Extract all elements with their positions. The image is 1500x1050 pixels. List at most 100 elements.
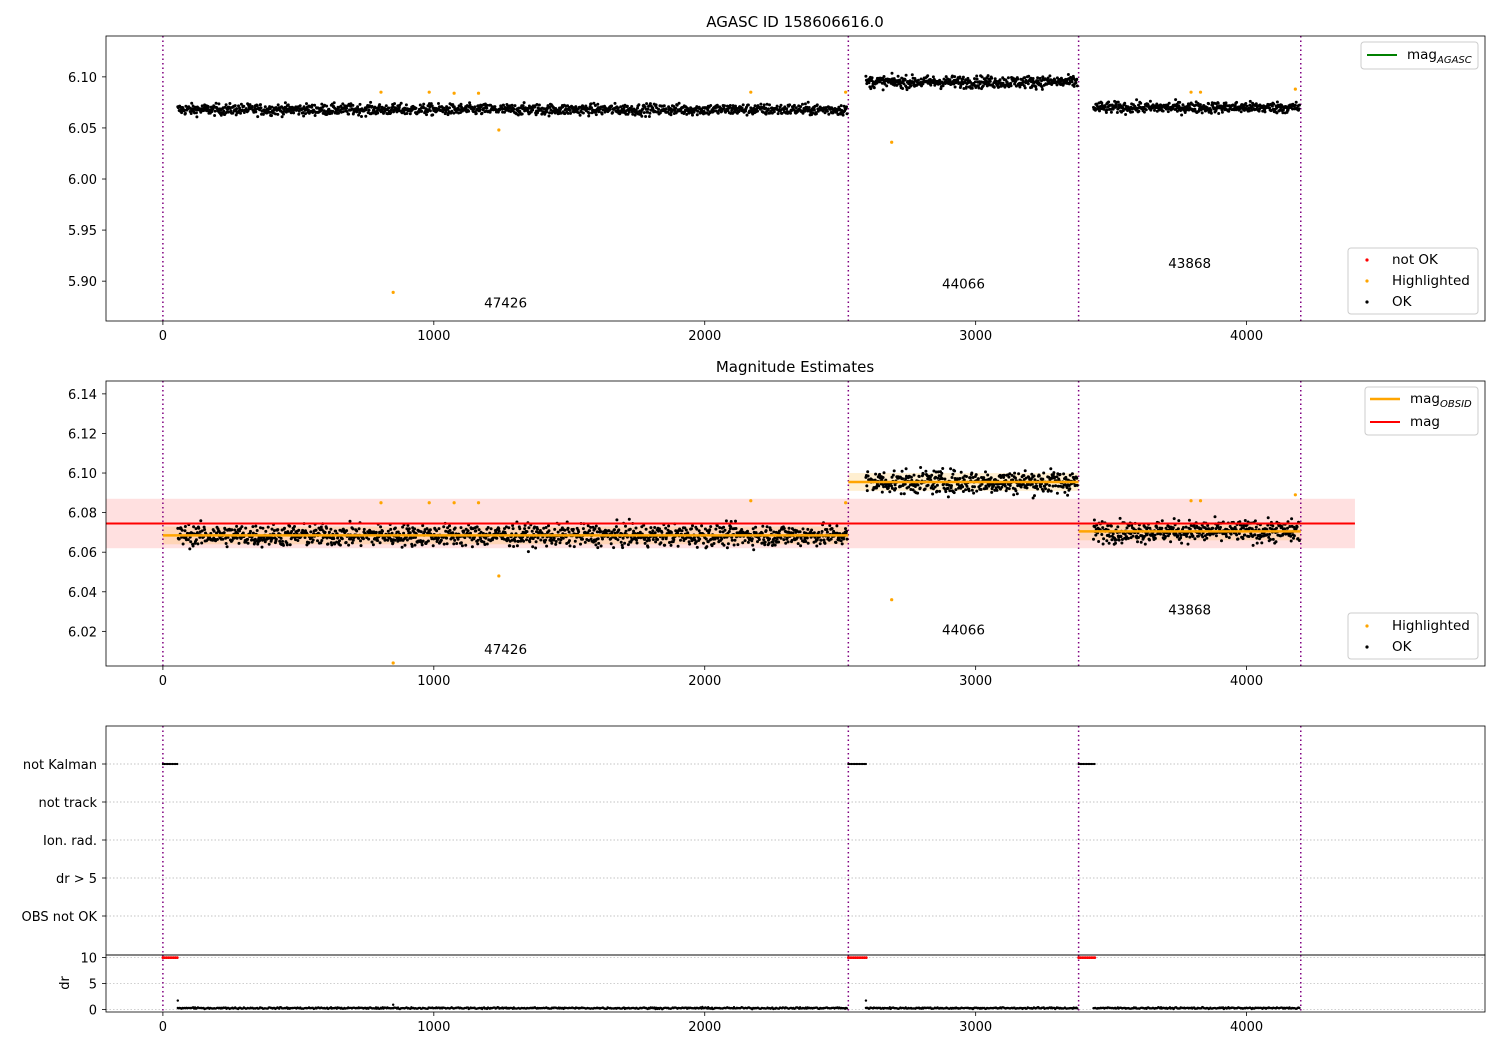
p2-ok-point — [550, 541, 554, 545]
p1-ok-point — [589, 102, 593, 106]
p1-ok-point — [637, 103, 641, 107]
p2-ok-point — [486, 526, 490, 529]
p1-highlighted-point — [844, 90, 848, 94]
p2-ok-point — [882, 471, 886, 475]
p1-ok-point — [741, 103, 745, 107]
p2-ok-point — [240, 525, 244, 529]
p2-ok-point — [616, 538, 620, 542]
p2-ok-point — [935, 489, 939, 493]
p2-ok-point — [593, 527, 597, 531]
p2-ok-point — [285, 543, 289, 547]
p2-ok-point — [581, 527, 585, 531]
p2-ok-point — [199, 519, 203, 523]
p2-ok-point — [1247, 535, 1251, 538]
p2-ok-point — [513, 539, 517, 543]
p1-ok-point — [610, 104, 614, 108]
p2-ok-point — [601, 537, 604, 541]
p2-ok-point — [410, 544, 414, 548]
p2-ok-point — [973, 485, 976, 489]
p1-highlighted-point — [1198, 90, 1203, 94]
p2-ok-point — [607, 529, 611, 533]
p2-ok-point — [881, 476, 885, 479]
p1-ok-point — [228, 102, 232, 105]
p2-ok-point — [568, 539, 571, 543]
flag-label: OBS not OK — [22, 910, 98, 925]
p1-ok-point — [1248, 99, 1252, 103]
p1-ok-point — [794, 106, 798, 110]
p2-ok-point — [237, 541, 241, 545]
p1-ok-point — [1100, 101, 1104, 105]
p1-ok-point — [799, 105, 803, 109]
p2-ok-point — [623, 541, 627, 545]
p2-ok-point — [815, 544, 819, 548]
p1-ok-point — [347, 112, 351, 116]
p2-ok-point — [235, 536, 239, 540]
p2-ok-point — [989, 476, 993, 480]
p1-ok-point — [270, 114, 273, 118]
p1-ok-point — [745, 113, 749, 117]
p2-ok-point — [274, 537, 278, 541]
p2-ok-point — [437, 527, 441, 531]
p2-ok-point — [344, 541, 348, 544]
p2-ok-point — [970, 488, 974, 492]
p2-ok-point — [1187, 518, 1191, 522]
p1-ok-point — [305, 102, 308, 106]
p2-ok-point — [891, 473, 895, 477]
p1-ok-point — [1131, 110, 1134, 114]
p1-ok-point — [746, 103, 750, 107]
p2-ok-point — [1184, 525, 1188, 529]
p2-ok-point — [761, 524, 765, 528]
p2-ok-point — [882, 485, 886, 489]
p2-ok-point — [554, 542, 558, 546]
p2-ok-point — [1179, 533, 1183, 537]
p2-ok-point — [577, 530, 581, 534]
p2-ok-point — [672, 538, 676, 542]
p2-ok-point — [779, 536, 783, 540]
p2-ok-point — [181, 542, 185, 546]
p2-ok-point — [1236, 537, 1240, 541]
p2-ok-point — [705, 545, 709, 549]
p1-ok-point — [881, 88, 885, 92]
p2-highlighted-point — [844, 501, 848, 505]
p2-obsid-label: 43868 — [1168, 603, 1211, 619]
p2-ok-point — [643, 541, 647, 545]
p2-ok-point — [964, 488, 968, 492]
p2-ok-point — [725, 546, 729, 550]
p2-ok-point — [292, 527, 296, 531]
p2-ok-point — [1211, 526, 1215, 530]
p2-ok-point — [581, 537, 584, 541]
p1-ok-point — [459, 102, 463, 106]
p2-ok-point — [547, 529, 551, 533]
p2-ok-point — [307, 541, 311, 545]
p2-ok-point — [1155, 526, 1159, 529]
p1-ok-point — [405, 112, 409, 115]
p1-ok-point — [825, 109, 829, 113]
p1-ok-point — [1272, 102, 1276, 106]
p2-ok-point — [445, 542, 449, 546]
p2-ok-point — [921, 472, 925, 476]
p2-ok-point — [950, 484, 953, 488]
p2-ok-point — [1127, 524, 1131, 528]
p2-ok-point — [958, 477, 962, 480]
p2-ok-point — [773, 543, 777, 547]
p2-ok-point — [1172, 517, 1176, 521]
p2-ok-point — [820, 530, 824, 533]
p2-ok-point — [1186, 542, 1190, 546]
p1-ok-point — [630, 105, 634, 108]
p1-ok-point — [431, 113, 435, 117]
p2-ok-point — [225, 545, 229, 549]
p2-ok-point — [1290, 517, 1294, 521]
p2-ok-point — [523, 527, 527, 531]
p1-ok-point — [547, 114, 551, 118]
p2-ok-point — [1025, 486, 1029, 490]
p2-ok-point — [489, 527, 493, 531]
p2-ok-point — [413, 543, 417, 547]
p1-ok-point — [839, 104, 843, 108]
p2-ok-point — [1033, 494, 1036, 498]
p2-ok-point — [1070, 472, 1074, 476]
p1-ok-point — [767, 107, 770, 111]
p1-ok-point — [990, 76, 994, 80]
p1-ok-point — [1297, 107, 1301, 111]
p2-ok-point — [1131, 534, 1135, 538]
p2-ok-point — [965, 484, 969, 488]
